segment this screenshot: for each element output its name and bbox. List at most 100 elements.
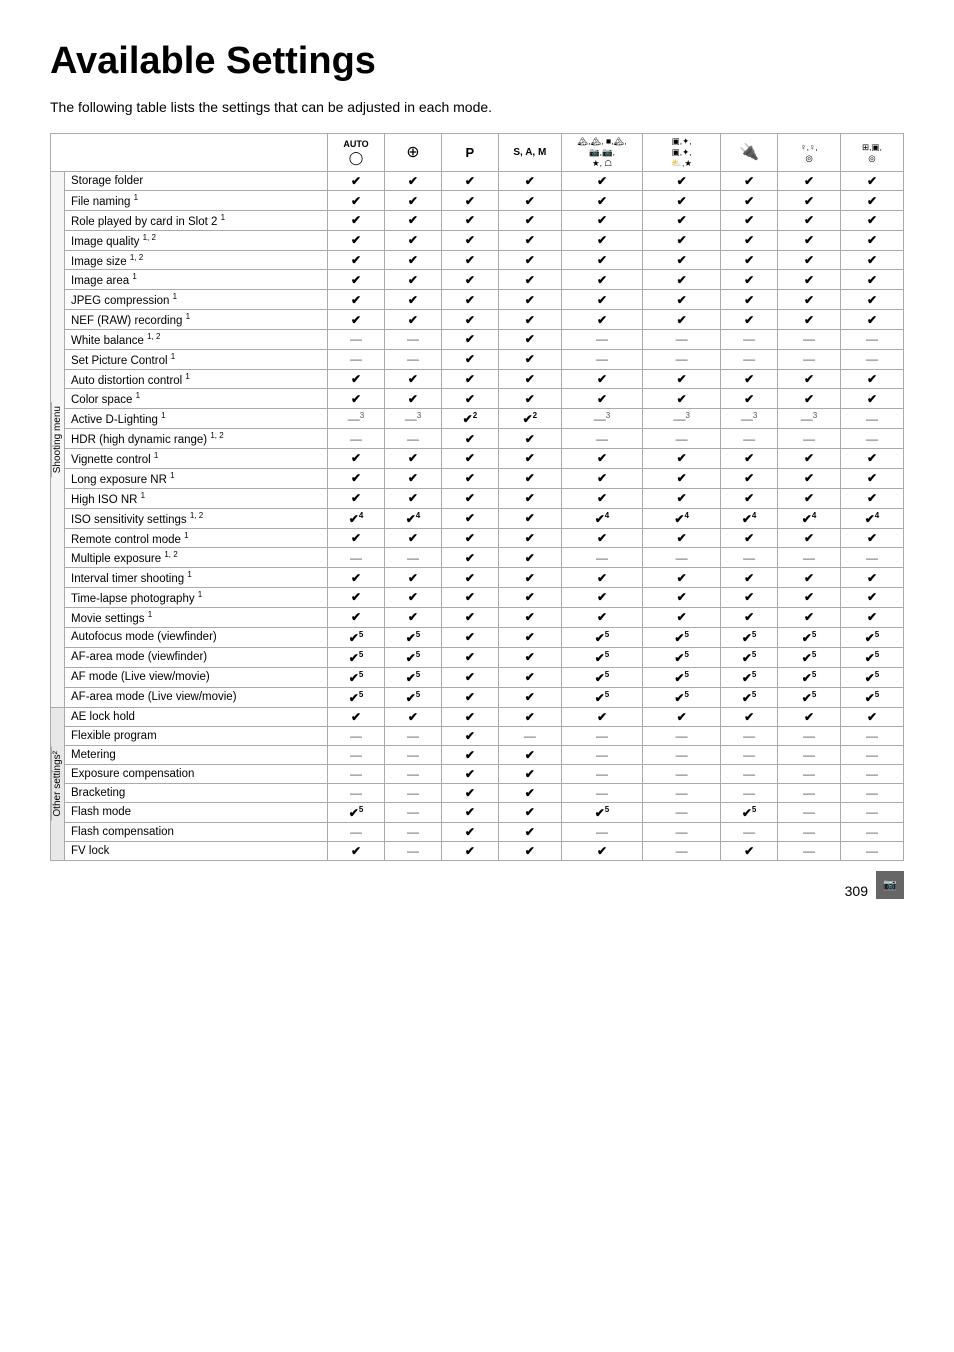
settings-table: AUTO ◯ ⊕ P S, A, M 🏔,🏔, ■,🏔, 📷,📷, ★, ☖ ▣… [50, 133, 904, 861]
cell-value: ✔ [561, 449, 642, 469]
cell-value: — [384, 745, 441, 764]
cell-value: ✔ [441, 191, 498, 211]
cell-value: — [721, 783, 778, 802]
cell-value: — [721, 349, 778, 369]
cell-value: — [561, 764, 642, 783]
row-label: Auto distortion control 1 [65, 369, 328, 389]
cell-value: ✔5 [561, 627, 642, 647]
cell-value: ✔ [721, 528, 778, 548]
cell-value: ✔ [841, 607, 904, 627]
cell-value: ✔ [498, 647, 561, 667]
cell-value: ✔ [561, 607, 642, 627]
cell-value: ✔ [643, 389, 721, 409]
cell-value: — [384, 802, 441, 822]
cell-value: ✔5 [841, 687, 904, 707]
cell-value: ✔ [328, 290, 385, 310]
cell-value: ✔ [561, 290, 642, 310]
cell-value: ✔5 [328, 627, 385, 647]
cell-value: ✔ [498, 607, 561, 627]
cell-value: — [384, 783, 441, 802]
cell-value: ✔ [721, 369, 778, 389]
table-row: Active D-Lighting 1—3—3✔2✔2—3—3—3—3— [51, 409, 904, 429]
cell-value: ✔ [778, 449, 841, 469]
table-row: Long exposure NR 1✔✔✔✔✔✔✔✔✔ [51, 468, 904, 488]
cell-value: ✔ [441, 349, 498, 369]
cell-value: ✔ [778, 568, 841, 588]
cell-value: —3 [643, 409, 721, 429]
row-label: Flexible program [65, 726, 328, 745]
table-row: Flexible program——✔—————— [51, 726, 904, 745]
row-label: Active D-Lighting 1 [65, 409, 328, 429]
cell-value: ✔ [721, 210, 778, 230]
cell-value: ✔ [384, 191, 441, 211]
table-row: Time-lapse photography 1✔✔✔✔✔✔✔✔✔ [51, 588, 904, 608]
cell-value: ✔5 [643, 647, 721, 667]
cell-value: — [643, 745, 721, 764]
cell-value: ✔ [441, 369, 498, 389]
cell-value: — [778, 841, 841, 860]
cell-value: ✔ [778, 369, 841, 389]
cell-value: ✔5 [328, 647, 385, 667]
cell-value: ✔5 [721, 687, 778, 707]
col-header-special: 🏔,🏔, ■,🏔, 📷,📷, ★, ☖ [561, 134, 642, 172]
cell-value: — [778, 349, 841, 369]
cell-value: ✔ [778, 191, 841, 211]
cell-value: ✔ [441, 607, 498, 627]
cell-value: ✔5 [561, 687, 642, 707]
cell-value: ✔ [643, 449, 721, 469]
cell-value: — [778, 329, 841, 349]
cell-value: — [721, 745, 778, 764]
cell-value: ✔ [778, 607, 841, 627]
cell-value: ✔ [441, 764, 498, 783]
row-label: Image area 1 [65, 270, 328, 290]
cell-value: ✔ [498, 270, 561, 290]
cell-value: ✔ [721, 588, 778, 608]
cell-value: ✔ [384, 310, 441, 330]
row-label: Autofocus mode (viewfinder) [65, 627, 328, 647]
cell-value: — [498, 726, 561, 745]
cell-value: — [561, 349, 642, 369]
cell-value: ✔ [498, 568, 561, 588]
cell-value: — [328, 764, 385, 783]
cell-value: ✔ [328, 191, 385, 211]
cell-value: ✔ [328, 528, 385, 548]
cell-value: ✔5 [841, 647, 904, 667]
cell-value: ✔ [384, 389, 441, 409]
cell-value: ✔ [721, 607, 778, 627]
cell-value: ✔ [778, 210, 841, 230]
cell-value: ✔ [778, 528, 841, 548]
cell-value: ✔ [841, 568, 904, 588]
cell-value: ✔ [328, 607, 385, 627]
cell-value: ✔ [441, 290, 498, 310]
cell-value: — [721, 548, 778, 568]
cell-value: — [841, 745, 904, 764]
cell-value: ✔ [643, 270, 721, 290]
cell-value: ✔ [498, 329, 561, 349]
footer: 309 📷 [50, 871, 904, 899]
table-row: Role played by card in Slot 2 1✔✔✔✔✔✔✔✔✔ [51, 210, 904, 230]
cell-value: — [778, 783, 841, 802]
cell-value: — [841, 409, 904, 429]
cell-value: ✔ [384, 270, 441, 290]
cell-value: ✔ [384, 568, 441, 588]
table-row: Autofocus mode (viewfinder)✔5✔5✔✔✔5✔5✔5✔… [51, 627, 904, 647]
cell-value: ✔5 [384, 647, 441, 667]
cell-value: ✔ [721, 290, 778, 310]
cell-value: ✔5 [721, 667, 778, 687]
cell-value: ✔ [778, 389, 841, 409]
row-label: AF-area mode (Live view/movie) [65, 687, 328, 707]
cell-value: ✔ [778, 488, 841, 508]
cell-value: ✔ [328, 270, 385, 290]
col-header-landscape: ⊞,▣, ◎ [841, 134, 904, 172]
cell-value: ✔ [384, 290, 441, 310]
cell-value: ✔ [841, 172, 904, 191]
cell-value: ✔4 [643, 508, 721, 528]
cell-value: ✔ [498, 230, 561, 250]
cell-value: — [643, 726, 721, 745]
table-row: FV lock✔—✔✔✔—✔—— [51, 841, 904, 860]
cell-value: ✔ [384, 250, 441, 270]
cell-value: ✔5 [384, 627, 441, 647]
cell-value: ✔ [498, 290, 561, 310]
cell-value: ✔ [441, 429, 498, 449]
cell-value: ✔ [498, 745, 561, 764]
